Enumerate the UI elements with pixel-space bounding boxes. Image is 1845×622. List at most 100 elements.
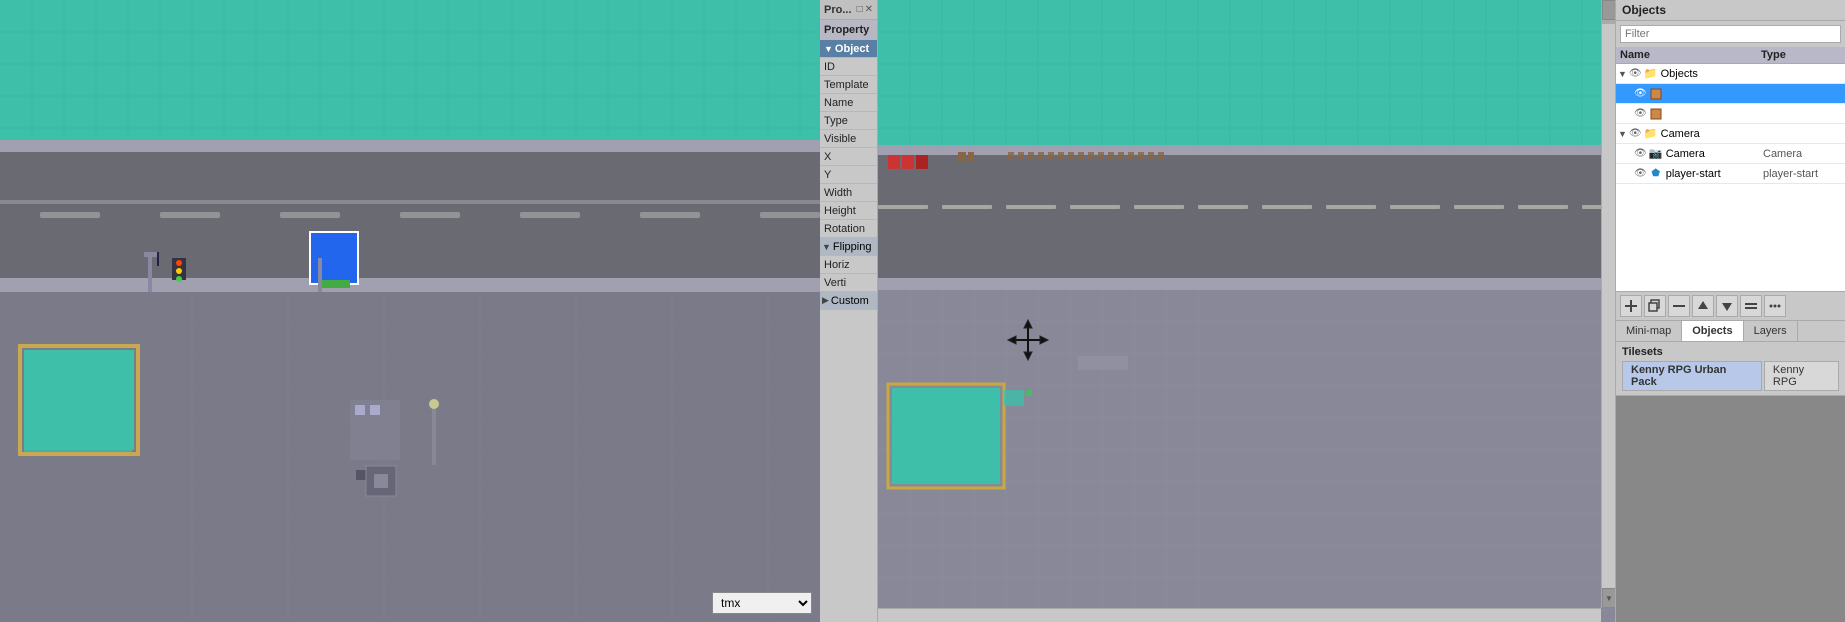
prop-name-row: Name — [820, 94, 877, 112]
map-viewport[interactable]: tmx — [0, 0, 820, 622]
right-panel: Objects Name Type ▼ 👁 📁 Objects 👁 — [1615, 0, 1845, 622]
prop-rotation-row: Rotation — [820, 220, 877, 238]
list-item[interactable]: 👁 📷 Camera Camera — [1616, 144, 1845, 164]
objects-title: Objects — [1622, 3, 1666, 17]
prop-visible-label: Visible — [824, 133, 877, 145]
property-header-label: Property — [824, 24, 877, 36]
item-name: player-start — [1666, 168, 1763, 180]
tiled-map-area[interactable]: ▼ — [878, 0, 1615, 622]
add-object-button[interactable] — [1620, 295, 1642, 317]
objects-toolbar — [1616, 291, 1845, 321]
tilesets-section: Tilesets Kenny RPG Urban Pack Kenny RPG — [1616, 342, 1845, 396]
sprite-icon — [1649, 87, 1663, 101]
item-type: player-start — [1763, 168, 1843, 180]
tileset-tab-urban[interactable]: Kenny RPG Urban Pack — [1622, 361, 1762, 391]
prop-template-row: Template — [820, 76, 877, 94]
objects-tree[interactable]: ▼ 👁 📁 Objects 👁 👁 ▼ 👁 — [1616, 64, 1845, 291]
item-name: Camera — [1666, 148, 1763, 160]
expand-icon: ▼ — [1618, 69, 1627, 79]
move-down-button[interactable] — [1716, 295, 1738, 317]
prop-visible-row: Visible — [820, 130, 877, 148]
scrollbar-thumb-down[interactable]: ▼ — [1602, 588, 1615, 608]
object-section-row: ▼ Object — [820, 40, 877, 58]
scrollbar-track — [1602, 20, 1615, 24]
properties-panel-title: Pro... — [824, 4, 852, 16]
prop-height-row: Height — [820, 202, 877, 220]
tab-minimap[interactable]: Mini-map — [1616, 321, 1682, 341]
duplicate-button[interactable] — [1644, 295, 1666, 317]
horizontal-scrollbar[interactable] — [878, 608, 1601, 622]
eye-icon[interactable]: 👁 — [1634, 108, 1647, 119]
prop-width-label: Width — [824, 187, 877, 199]
prop-name-label: Name — [824, 97, 877, 109]
eye-icon[interactable]: 👁 — [1634, 168, 1647, 179]
object-section-expand[interactable]: ▼ — [824, 44, 833, 54]
object-section-label: Object — [835, 43, 869, 55]
tileset-tab-kenny[interactable]: Kenny RPG — [1764, 361, 1839, 391]
list-item[interactable]: 👁 — [1616, 104, 1845, 124]
prop-id-row: ID — [820, 58, 877, 76]
prop-type-row: Type — [820, 112, 877, 130]
eye-icon[interactable]: 👁 — [1634, 88, 1647, 99]
property-header-row: Property — [820, 20, 877, 40]
tab-layers[interactable]: Layers — [1744, 321, 1798, 341]
folder-icon: 📁 — [1644, 67, 1658, 81]
flipping-section-label: Flipping — [833, 241, 872, 253]
prop-y-row: Y — [820, 166, 877, 184]
tilesets-tabs: Kenny RPG Urban Pack Kenny RPG — [1622, 361, 1839, 391]
list-item[interactable]: ▼ 👁 📁 Objects — [1616, 64, 1845, 84]
custom-section-expand[interactable]: ▶ — [822, 295, 829, 306]
prop-x-label: X — [824, 151, 877, 163]
map-format-bar: tmx — [712, 592, 812, 614]
objects-tree-header: Name Type — [1616, 47, 1845, 64]
camera-icon: 📷 — [1649, 147, 1663, 161]
flipping-section-row: ▼ Flipping — [820, 238, 877, 256]
map-canvas — [0, 0, 820, 622]
eye-icon[interactable]: 👁 — [1634, 148, 1647, 159]
point-icon: ⬟ — [1649, 167, 1663, 181]
prop-template-label: Template — [824, 79, 877, 91]
prop-height-label: Height — [824, 205, 877, 217]
list-item[interactable]: 👁 — [1616, 84, 1845, 104]
flipping-section-expand[interactable]: ▼ — [822, 242, 831, 252]
prop-verti-row: Verti — [820, 274, 877, 292]
prop-horiz-label: Horiz — [824, 259, 877, 271]
prop-width-row: Width — [820, 184, 877, 202]
list-item[interactable]: ▼ 👁 📁 Camera — [1616, 124, 1845, 144]
prop-y-label: Y — [824, 169, 877, 181]
scrollbar-thumb-up[interactable] — [1602, 0, 1615, 20]
properties-panel-header: Pro... □ ✕ — [820, 0, 877, 20]
remove-button[interactable] — [1668, 295, 1690, 317]
move-to-layer-button[interactable] — [1740, 295, 1762, 317]
group-icon: 📁 — [1644, 127, 1658, 141]
custom-section-row: ▶ Custom — [820, 292, 877, 310]
item-name: Objects — [1661, 68, 1763, 80]
tree-header-name: Name — [1620, 49, 1761, 61]
prop-verti-label: Verti — [824, 277, 877, 289]
filter-input[interactable] — [1620, 25, 1841, 43]
properties-panel-restore-icon[interactable]: □ — [857, 4, 863, 15]
item-name: Camera — [1661, 128, 1763, 140]
tileset-preview — [1616, 396, 1845, 622]
tilesets-label: Tilesets — [1622, 346, 1839, 358]
properties-panel: Pro... □ ✕ Property ▼ Object ID Template… — [820, 0, 878, 622]
properties-panel-header-icons: □ ✕ — [857, 4, 873, 15]
eye-icon[interactable]: 👁 — [1629, 68, 1642, 79]
prop-rotation-label: Rotation — [824, 223, 877, 235]
sprite-icon — [1649, 107, 1663, 121]
expand-icon: ▼ — [1618, 129, 1627, 139]
tiled-map-canvas — [878, 0, 1615, 622]
prop-x-row: X — [820, 148, 877, 166]
item-type: Camera — [1763, 148, 1843, 160]
objects-panel-header: Objects — [1616, 0, 1845, 21]
map-format-dropdown[interactable]: tmx — [712, 592, 812, 614]
move-up-button[interactable] — [1692, 295, 1714, 317]
more-options-button[interactable] — [1764, 295, 1786, 317]
tab-objects[interactable]: Objects — [1682, 321, 1743, 341]
properties-panel-close-icon[interactable]: ✕ — [865, 4, 873, 15]
list-item[interactable]: 👁 ⬟ player-start player-start — [1616, 164, 1845, 184]
vertical-scrollbar[interactable]: ▼ — [1601, 0, 1615, 608]
prop-type-label: Type — [824, 115, 877, 127]
eye-icon[interactable]: 👁 — [1629, 128, 1642, 139]
tree-header-type: Type — [1761, 49, 1841, 61]
